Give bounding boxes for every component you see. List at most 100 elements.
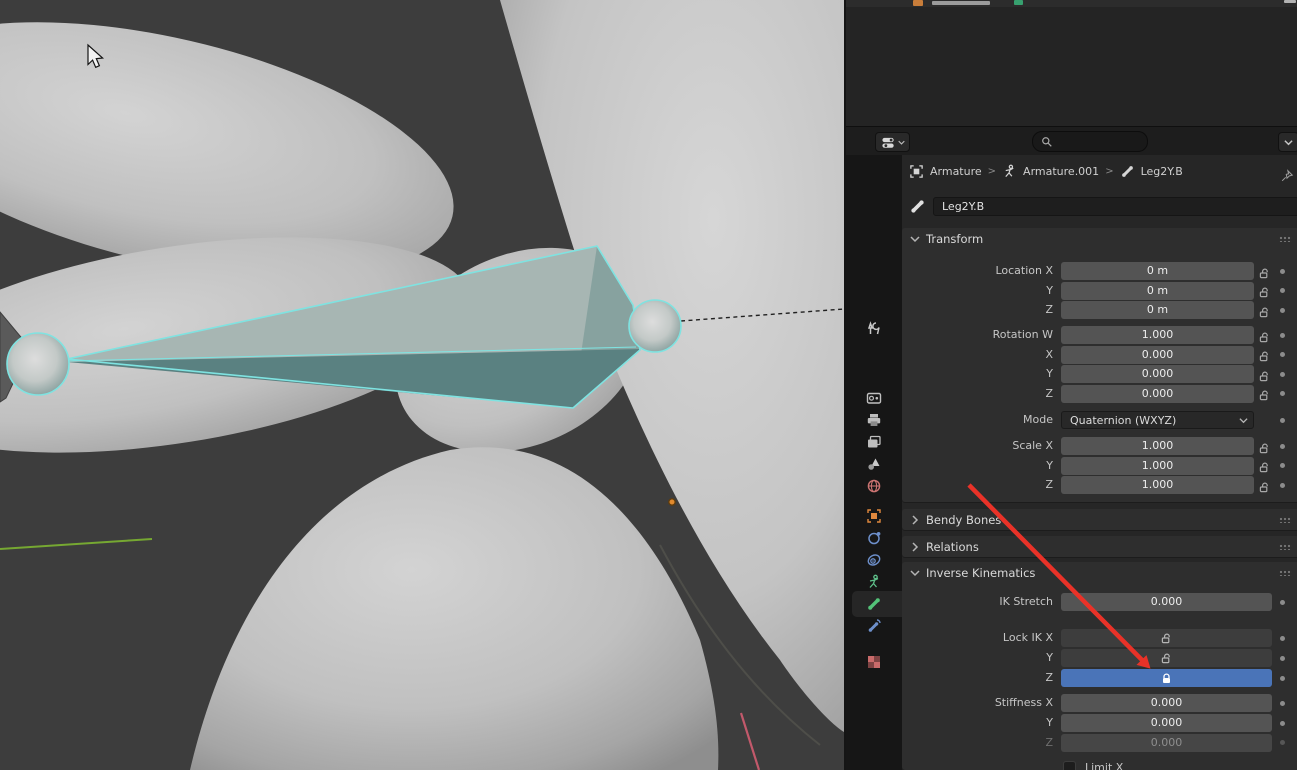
lock-open-icon[interactable]	[1258, 348, 1271, 362]
location-x-field[interactable]: 0 m	[1061, 262, 1254, 280]
decorator-dot[interactable]	[1280, 417, 1285, 423]
lock-open-icon[interactable]	[1258, 387, 1271, 401]
field-label: IK Stretch	[999, 595, 1053, 608]
scale-x-field[interactable]: 1.000	[1061, 437, 1254, 455]
panel-inverse-kinematics-header[interactable]: Inverse Kinematics	[902, 562, 1297, 583]
decorator-dot[interactable]	[1280, 463, 1285, 468]
outliner-scrollbar[interactable]	[1284, 0, 1296, 3]
rotation-x-field[interactable]: 0.000	[1061, 345, 1254, 364]
breadcrumb-bone[interactable]: Leg2Y.B	[1141, 165, 1183, 178]
properties-header	[846, 126, 1297, 155]
outliner-editor[interactable]	[846, 0, 1297, 126]
panel-relations[interactable]: Relations	[902, 536, 1297, 557]
tab-output[interactable]	[866, 412, 882, 428]
lock-open-icon[interactable]	[1258, 479, 1271, 492]
decorator-dot[interactable]	[1280, 599, 1285, 605]
tab-view-layer[interactable]	[866, 434, 882, 450]
bone-joint-sphere-tail[interactable]	[6, 332, 70, 396]
decorator-dot[interactable]	[1280, 700, 1285, 706]
panel-drag-grip[interactable]	[1279, 517, 1292, 523]
pin-icon[interactable]	[1280, 169, 1294, 183]
tab-world[interactable]	[866, 478, 882, 494]
search-input[interactable]	[1032, 131, 1148, 152]
tab-bone-constraints[interactable]	[866, 618, 882, 634]
bone-name-input[interactable]: Leg2Y.B	[933, 197, 1297, 216]
bone-icon	[911, 200, 924, 213]
location-z-field[interactable]: 0 m	[1061, 301, 1254, 319]
lock-open-icon[interactable]	[1258, 284, 1271, 298]
tab-object[interactable]	[866, 508, 882, 524]
decorator-dot[interactable]	[1280, 268, 1285, 274]
lock-ik-z-toggle[interactable]	[1061, 669, 1272, 687]
outliner-clipped-row[interactable]	[846, 0, 1297, 7]
decorator-dot[interactable]	[1280, 443, 1285, 449]
decorator-dot[interactable]	[1280, 655, 1285, 661]
right-editor-column: Armature > Armature.001 > Leg2Y.B Leg2Y.…	[844, 0, 1297, 770]
properties-editor: Armature > Armature.001 > Leg2Y.B Leg2Y.…	[846, 155, 1297, 770]
decorator-dot[interactable]	[1280, 675, 1285, 681]
row-limit-x: Limit X	[902, 760, 1297, 770]
panel-bendy-bones[interactable]: Bendy Bones	[902, 509, 1297, 530]
field-label: Z	[1045, 303, 1053, 316]
decorator-dot[interactable]	[1280, 720, 1285, 726]
bone-name-row: Leg2Y.B	[902, 196, 1297, 218]
bone-joint-sphere-head[interactable]	[628, 299, 682, 353]
location-y-field[interactable]: 0 m	[1061, 281, 1254, 300]
decorator-dot[interactable]	[1280, 307, 1285, 313]
decorator-dot[interactable]	[1280, 352, 1285, 357]
breadcrumb-armature-data[interactable]: Armature.001	[1023, 165, 1099, 178]
lock-open-icon[interactable]	[1258, 329, 1271, 342]
field-label: Z	[1045, 386, 1053, 400]
tab-physics[interactable]	[866, 530, 882, 546]
lock-ik-x-toggle[interactable]	[1061, 629, 1272, 647]
row-location-x: Location X 0 m	[902, 262, 1297, 280]
panel-drag-grip[interactable]	[1279, 570, 1292, 576]
field-label: Rotation W	[992, 328, 1053, 341]
decorator-dot[interactable]	[1280, 288, 1285, 293]
lock-ik-y-toggle[interactable]	[1061, 649, 1272, 667]
rotation-mode-dropdown[interactable]: Quaternion (WXYZ)	[1061, 411, 1254, 429]
tab-scene[interactable]	[866, 456, 882, 472]
lock-open-icon[interactable]	[1258, 304, 1271, 317]
panel-drag-grip[interactable]	[1279, 544, 1292, 550]
panel-title: Inverse Kinematics	[926, 565, 1036, 580]
rotation-y-field[interactable]: 0.000	[1061, 365, 1254, 383]
tab-render[interactable]	[866, 390, 882, 406]
panel-title: Bendy Bones	[926, 512, 1002, 527]
scale-z-field[interactable]: 1.000	[1061, 476, 1254, 494]
tab-bone-active[interactable]	[866, 596, 882, 612]
field-label: Mode	[1023, 413, 1053, 426]
decorator-dot[interactable]	[1280, 391, 1285, 396]
lock-closed-icon	[1163, 672, 1170, 683]
lock-open-icon[interactable]	[1258, 265, 1271, 278]
row-rotation-w: Rotation W 1.000	[902, 326, 1297, 344]
rotation-z-field[interactable]: 0.000	[1061, 384, 1254, 403]
stiffness-x-field[interactable]: 0.000	[1061, 694, 1272, 712]
rotation-w-field[interactable]: 1.000	[1061, 326, 1254, 344]
limit-x-checkbox[interactable]	[1063, 761, 1076, 770]
header-options-button[interactable]	[1278, 132, 1297, 152]
decorator-dot[interactable]	[1280, 332, 1285, 338]
decorator-dot[interactable]	[1280, 635, 1285, 641]
panel-title: Relations	[926, 539, 979, 554]
ik-stretch-field[interactable]: 0.000	[1061, 593, 1272, 611]
editor-type-button[interactable]	[875, 132, 910, 152]
lock-open-icon[interactable]	[1258, 368, 1271, 381]
decorator-dot[interactable]	[1280, 371, 1285, 377]
properties-editor-icon	[881, 137, 894, 148]
panel-drag-grip[interactable]	[1279, 236, 1292, 242]
breadcrumb-object[interactable]: Armature	[930, 165, 982, 178]
tab-texture[interactable]	[866, 654, 882, 670]
tab-tool[interactable]	[866, 320, 882, 336]
decorator-dot[interactable]	[1280, 482, 1285, 488]
lock-open-icon[interactable]	[1258, 459, 1271, 473]
stiffness-y-field[interactable]: 0.000	[1061, 714, 1272, 732]
scale-y-field[interactable]: 1.000	[1061, 456, 1254, 475]
viewport-3d[interactable]	[0, 0, 845, 770]
lock-open-icon[interactable]	[1258, 440, 1271, 453]
tab-object-constraints[interactable]	[866, 552, 882, 568]
outliner-status-icon	[1014, 0, 1023, 5]
tab-object-data-armature[interactable]	[866, 574, 882, 590]
decorator-dot	[1280, 740, 1285, 745]
panel-transform-header[interactable]: Transform	[902, 228, 1297, 249]
